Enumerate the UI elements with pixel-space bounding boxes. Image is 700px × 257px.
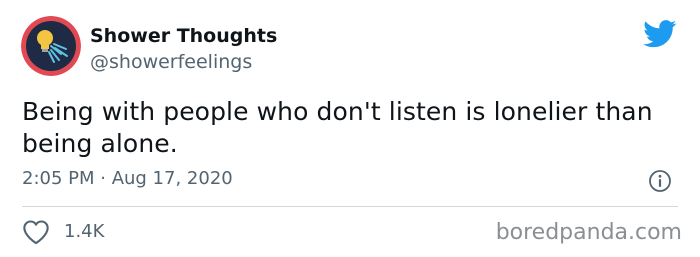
- twitter-bird-icon[interactable]: [643, 20, 677, 48]
- display-name[interactable]: Shower Thoughts: [90, 24, 277, 48]
- heart-icon[interactable]: [22, 219, 50, 245]
- lightbulb-shower-avatar-icon: [21, 16, 81, 76]
- watermark: boredpanda.com: [495, 220, 682, 245]
- like-count[interactable]: 1.4K: [64, 220, 104, 244]
- tweet-timestamp[interactable]: 2:05 PM · Aug 17, 2020: [22, 167, 233, 191]
- tweet-text: Being with people who don't listen is lo…: [22, 97, 653, 158]
- avatar[interactable]: [21, 16, 81, 76]
- divider: [22, 206, 678, 207]
- info-icon[interactable]: [648, 169, 672, 193]
- user-handle[interactable]: @showerfeelings: [90, 50, 252, 74]
